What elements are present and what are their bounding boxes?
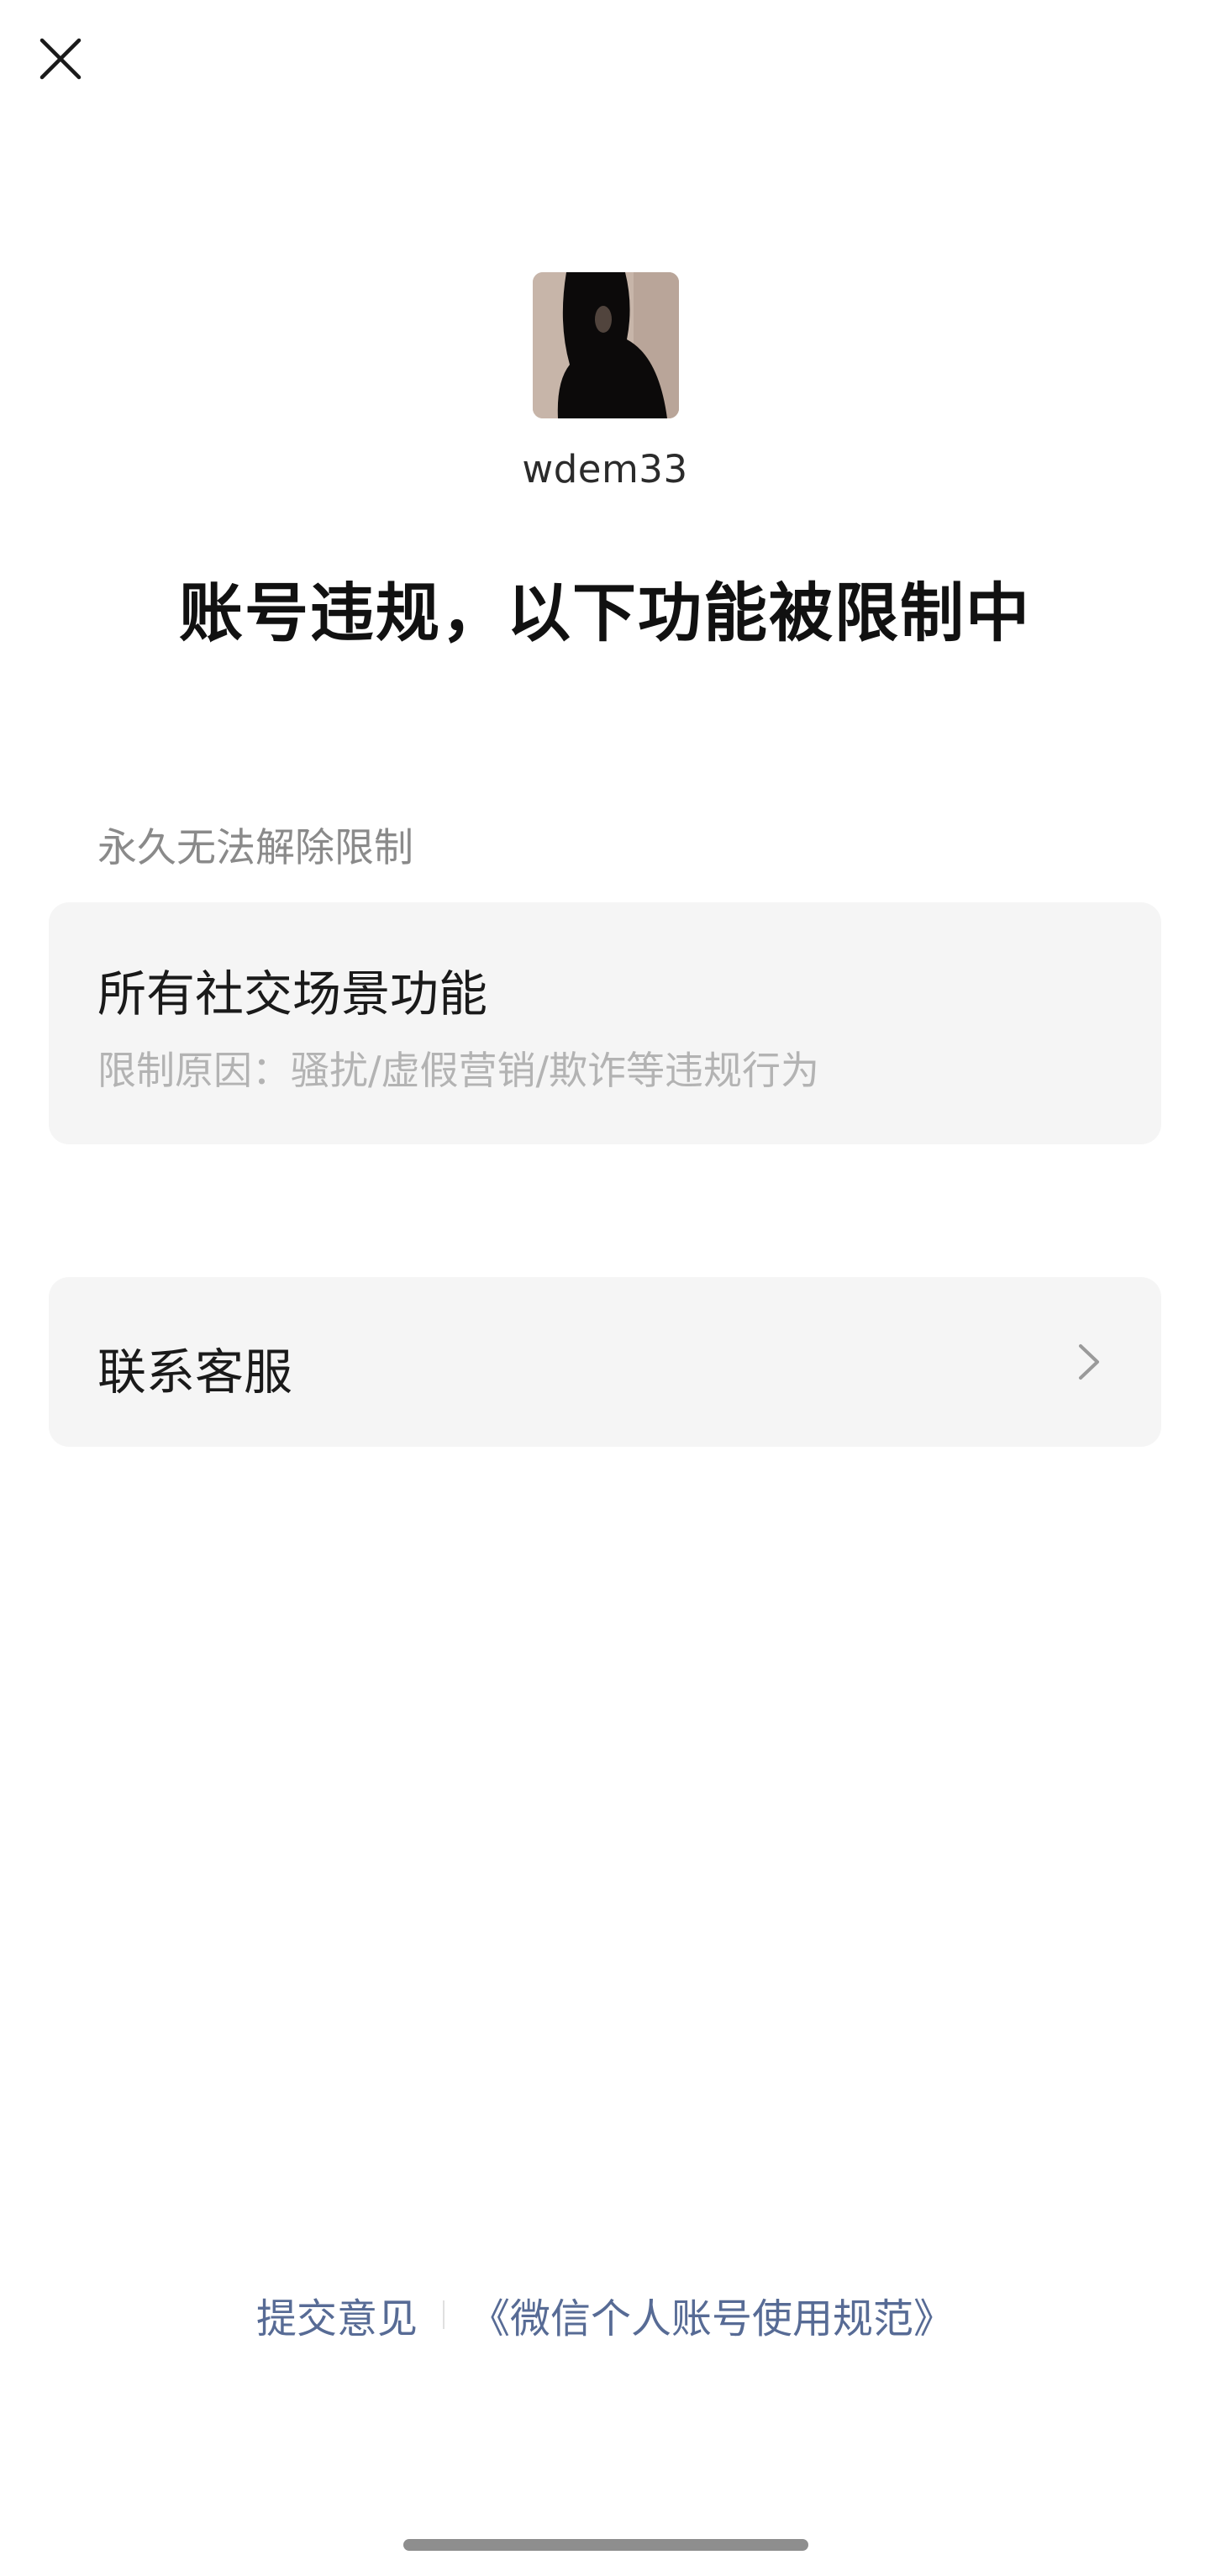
home-indicator[interactable]	[403, 2539, 808, 2551]
policy-link[interactable]: 《微信个人账号使用规范》	[470, 2285, 954, 2344]
chevron-right-icon	[1079, 1344, 1099, 1380]
restriction-title: 所有社交场景功能	[97, 965, 488, 1023]
feedback-link[interactable]: 提交意见	[256, 2285, 418, 2344]
close-icon	[39, 38, 82, 80]
footer-divider	[443, 2300, 445, 2329]
restriction-card: 所有社交场景功能 限制原因：骚扰/虚假营销/欺诈等违规行为	[49, 902, 1161, 1144]
avatar[interactable]	[533, 272, 679, 418]
contact-support-button[interactable]: 联系客服	[49, 1277, 1161, 1447]
restriction-duration-label: 永久无法解除限制	[97, 825, 413, 871]
contact-support-label: 联系客服	[97, 1343, 293, 1401]
page-title: 账号违规，以下功能被限制中	[179, 576, 1031, 650]
avatar-photo	[533, 272, 679, 418]
username: wdem33	[522, 447, 688, 492]
close-button[interactable]	[32, 30, 89, 87]
restriction-reason: 限制原因：骚扰/虚假营销/欺诈等违规行为	[97, 1048, 819, 1093]
footer-links: 提交意见 《微信个人账号使用规范》	[0, 2285, 1210, 2344]
